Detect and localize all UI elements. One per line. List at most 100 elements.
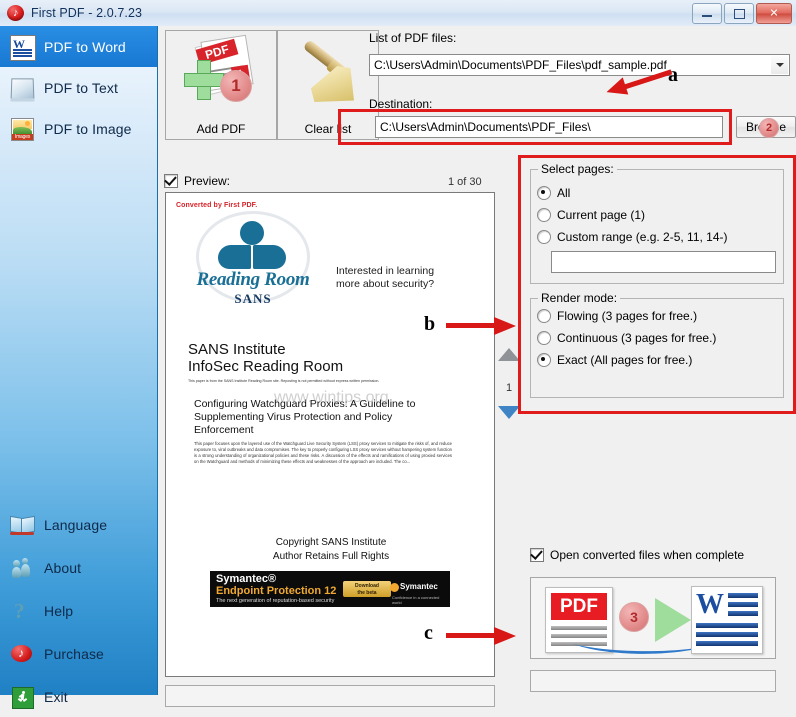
banner-line1: Symantec® xyxy=(216,573,277,585)
exit-door-icon xyxy=(9,684,35,710)
sidebar-item-label: Purchase xyxy=(44,645,104,662)
annotation-marker-a: a xyxy=(668,64,678,86)
sidebar: W PDF to Word PDF to Text Images PDF to … xyxy=(0,26,158,709)
sidebar-item-label: PDF to Word xyxy=(44,38,126,55)
preview-checkbox-label: Preview: xyxy=(184,174,231,188)
chevron-down-icon[interactable] xyxy=(771,56,788,74)
preview-checkbox[interactable]: Preview: xyxy=(164,174,230,188)
pdf-list-value: C:\Users\Admin\Documents\PDF_Files\pdf_s… xyxy=(374,58,667,72)
close-button[interactable]: ✕ xyxy=(756,3,792,24)
radio-custom-range[interactable]: Custom range (e.g. 2-5, 11, 14-) xyxy=(537,230,728,244)
annotation-marker-b: b xyxy=(424,313,436,335)
book-icon xyxy=(9,512,35,538)
sidebar-item-label: About xyxy=(44,559,82,576)
banner-line3: The next generation of reputation-based … xyxy=(216,598,335,604)
annotation-arrow-c-head xyxy=(494,627,516,645)
radio-label: Current page (1) xyxy=(557,208,646,222)
sidebar-item-label: PDF to Image xyxy=(44,120,132,137)
title-bar: ♪ First PDF - 2.0.7.23 ✕ xyxy=(0,0,796,27)
sidebar-item-purchase[interactable]: ♪ Purchase xyxy=(0,633,157,674)
logo-sans-text: SANS xyxy=(234,291,272,306)
radio-label: All xyxy=(557,186,571,200)
render-mode-title: Render mode: xyxy=(538,291,621,305)
banner-tagline: Confidence in a connected world xyxy=(392,595,440,605)
annotation-arrow-a-head xyxy=(603,77,629,101)
add-pdf-button[interactable]: PDF A 1 Add PDF xyxy=(165,30,277,140)
question-mark-icon: ? xyxy=(14,598,25,623)
logo-reading-room-text: Reading Room xyxy=(196,269,310,290)
converted-note: Converted by First PDF. xyxy=(176,202,258,209)
sidebar-item-label: PDF to Text xyxy=(44,79,118,96)
sidebar-item-label: Exit xyxy=(44,688,68,705)
radio-render-continuous[interactable]: Continuous (3 pages for free.) xyxy=(537,331,716,345)
open-when-complete-checkbox[interactable]: Open converted files when complete xyxy=(530,548,744,562)
chevron-down-icon[interactable] xyxy=(498,406,520,419)
radio-indicator xyxy=(537,331,551,345)
text-page-icon xyxy=(9,75,35,101)
radio-render-flowing[interactable]: Flowing (3 pages for free.) xyxy=(537,309,697,323)
step-badge-2: 2 xyxy=(759,118,779,138)
banner-brand: Symantec xyxy=(400,582,438,591)
radio-label: Continuous (3 pages for free.) xyxy=(557,331,717,345)
add-pdf-label: Add PDF xyxy=(196,122,246,136)
radio-label: Flowing (3 pages for free.) xyxy=(557,309,698,323)
maximize-button[interactable] xyxy=(724,3,754,24)
convert-status-value xyxy=(531,671,535,685)
pdf-label: PDF xyxy=(551,593,607,620)
word-doc-icon: W xyxy=(9,34,36,61)
sans-logo: Reading Room SANS xyxy=(188,211,318,307)
minimize-button[interactable] xyxy=(692,3,722,24)
pdf-list-combobox[interactable]: C:\Users\Admin\Documents\PDF_Files\pdf_s… xyxy=(369,54,790,76)
radio-render-exact[interactable]: Exact (All pages for free.) xyxy=(537,353,692,367)
doc-copyright: Copyright SANS Institute Author Retains … xyxy=(272,537,390,562)
checkbox-check-icon xyxy=(530,548,544,562)
people-icon xyxy=(9,555,35,581)
sidebar-item-about[interactable]: About xyxy=(0,547,157,588)
word-label: W xyxy=(696,589,724,620)
current-page-number: 1 xyxy=(506,382,513,394)
doc-question: Interested in learning more about securi… xyxy=(336,265,435,290)
radio-indicator xyxy=(537,208,551,222)
status-bar xyxy=(165,685,495,707)
radio-label: Custom range (e.g. 2-5, 11, 14-) xyxy=(557,230,728,244)
banner-line2: Endpoint Protection 12 xyxy=(216,585,337,597)
sidebar-item-pdf-to-word[interactable]: W PDF to Word xyxy=(0,26,157,67)
annotation-arrow-c xyxy=(446,633,494,638)
select-pages-title: Select pages: xyxy=(538,162,617,176)
radio-current-page[interactable]: Current page (1) xyxy=(537,208,645,222)
sidebar-item-language[interactable]: Language xyxy=(0,504,157,545)
convert-button[interactable]: PDF 3 W xyxy=(530,577,776,659)
radio-indicator xyxy=(537,230,551,244)
open-when-complete-label: Open converted files when complete xyxy=(550,548,745,562)
banner-cta-button[interactable]: Download the beta xyxy=(343,581,391,597)
add-pdf-icon: PDF A 1 xyxy=(184,34,258,104)
doc-subnote: This paper is from the SANS Institute Re… xyxy=(188,379,380,383)
broom-icon xyxy=(292,36,364,104)
annotation-arrow-b xyxy=(446,323,494,328)
sidebar-item-pdf-to-text[interactable]: PDF to Text xyxy=(0,67,157,108)
symantec-check-icon xyxy=(390,583,399,592)
radio-indicator xyxy=(537,309,551,323)
annotation-arrow-b-head xyxy=(494,317,516,335)
word-file-icon: W xyxy=(691,586,763,654)
window-controls: ✕ xyxy=(692,3,792,24)
document-preview[interactable]: Converted by First PDF. Reading Room SAN… xyxy=(165,192,495,677)
radio-all-pages[interactable]: All xyxy=(537,186,570,200)
sidebar-item-help[interactable]: ? Help xyxy=(0,590,157,631)
custom-range-input[interactable] xyxy=(551,251,776,273)
image-file-icon: Images xyxy=(9,116,35,142)
sidebar-item-exit[interactable]: Exit xyxy=(0,676,157,717)
pdf-list-label: List of PDF files: xyxy=(369,31,457,45)
radio-indicator xyxy=(537,186,551,200)
watermark-text: www.wintips.org xyxy=(274,389,389,406)
purchase-logo-icon: ♪ xyxy=(9,641,35,667)
chevron-up-icon[interactable] xyxy=(498,348,520,361)
annotation-marker-c: c xyxy=(424,622,433,644)
destination-input[interactable]: C:\Users\Admin\Documents\PDF_Files\ xyxy=(375,116,723,138)
main-panel: PDF A 1 Add PDF Clear list List of PDF f… xyxy=(158,26,796,707)
doc-heading: SANS Institute InfoSec Reading Room xyxy=(188,341,344,375)
sidebar-item-pdf-to-image[interactable]: Images PDF to Image xyxy=(0,108,157,149)
window-title: First PDF - 2.0.7.23 xyxy=(31,6,143,20)
sidebar-item-label: Help xyxy=(44,602,74,619)
clear-list-button[interactable]: Clear list xyxy=(277,30,379,140)
